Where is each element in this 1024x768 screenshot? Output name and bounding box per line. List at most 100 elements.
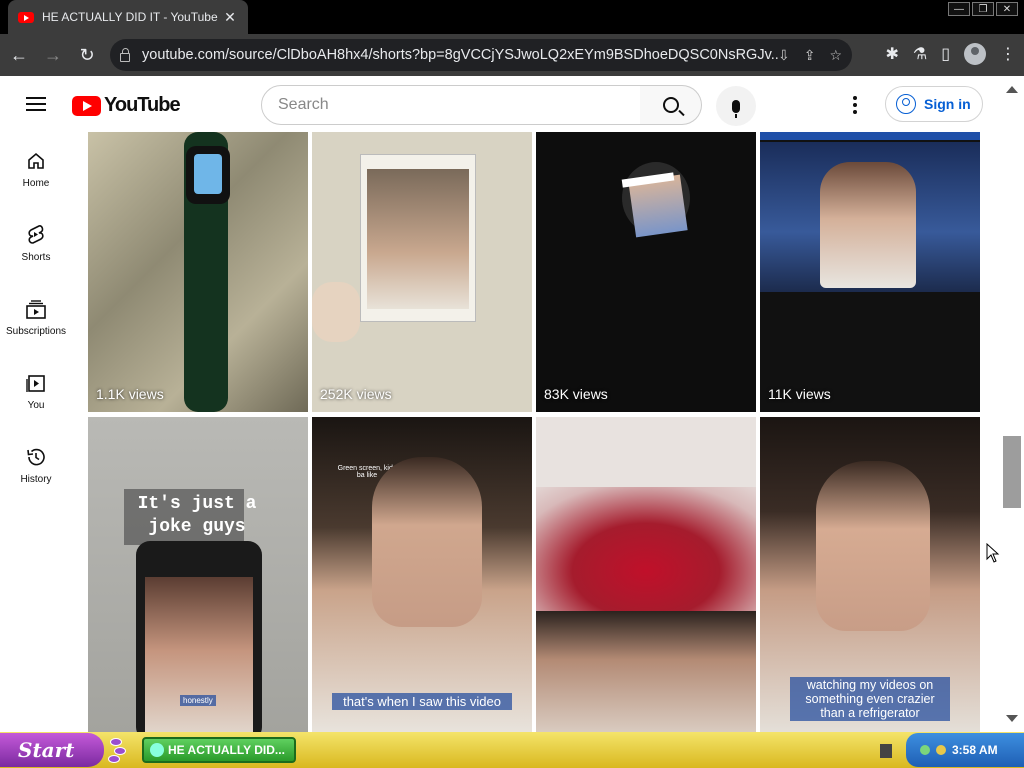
youtube-favicon-icon	[18, 11, 34, 23]
short-card[interactable]: Green screen, kids ba like that's when I…	[312, 417, 532, 732]
window-controls: — ❐ ✕	[942, 0, 1024, 18]
minimize-button[interactable]: —	[948, 2, 970, 16]
taskbar-window-button[interactable]: HE ACTUALLY DID...	[142, 737, 296, 763]
sidebar-item-subscriptions[interactable]: Subscriptions	[0, 280, 72, 354]
clock[interactable]: 3:58 AM	[952, 743, 998, 757]
home-icon	[25, 150, 47, 172]
hand-image	[312, 282, 360, 342]
short-card[interactable]: watching my videos on something even cra…	[760, 417, 980, 732]
start-button[interactable]: Start	[0, 733, 104, 767]
reload-button[interactable]: ↻	[72, 40, 102, 70]
chrome-menu-icon[interactable]: ⋮	[1000, 44, 1016, 64]
forward-button[interactable]: →	[38, 40, 68, 70]
url-text: youtube.com/source/ClDboAH8hx4/shorts?bp…	[142, 47, 778, 63]
browser-toolbar: ← → ↻ youtube.com/source/ClDboAH8hx4/sho…	[0, 34, 1024, 76]
search-input[interactable]: Search	[261, 85, 641, 125]
printer-tray-icon[interactable]	[880, 744, 892, 758]
sidebar-item-label: Subscriptions	[5, 326, 67, 337]
close-window-button[interactable]: ✕	[996, 2, 1018, 16]
lock-icon	[120, 47, 130, 62]
search-tray-icon[interactable]	[936, 745, 946, 755]
tab-title: HE ACTUALLY DID IT - YouTube	[42, 10, 218, 24]
short-card[interactable]	[536, 417, 756, 732]
browser-right-tools: ✱ ⚗ ▯ ⋮	[885, 43, 1016, 65]
scrollbar-thumb[interactable]	[1003, 436, 1021, 508]
subscriptions-icon	[25, 298, 47, 320]
shorts-grid: 1.1K views 252K views 83K views 11K view…	[88, 132, 980, 732]
short-card[interactable]: 252K views	[312, 132, 532, 412]
address-bar[interactable]: youtube.com/source/ClDboAH8hx4/shorts?bp…	[110, 39, 852, 71]
scroll-up-icon[interactable]	[1006, 86, 1018, 93]
phone-image: honestly	[136, 541, 262, 732]
face-image	[372, 457, 482, 627]
person-image	[820, 162, 916, 288]
watch-screen-image	[194, 154, 222, 194]
video-caption: that's when I saw this video	[332, 693, 512, 710]
short-card[interactable]: 11K views	[760, 132, 980, 412]
labs-icon[interactable]: ⚗	[913, 44, 927, 64]
face-image	[816, 461, 930, 631]
voice-search-button[interactable]	[716, 86, 756, 126]
overlay-text-line: joke guys	[148, 517, 246, 537]
sign-in-button[interactable]: Sign in	[885, 86, 983, 122]
printed-paper-image	[360, 154, 476, 322]
extensions-icon[interactable]: ✱	[885, 44, 898, 64]
back-button[interactable]: ←	[4, 40, 34, 70]
side-panel-icon[interactable]: ▯	[941, 44, 950, 64]
mouse-cursor-icon	[986, 543, 1000, 563]
menu-icon[interactable]	[26, 97, 46, 111]
youtube-play-logo-icon	[72, 95, 101, 116]
sidebar-item-you[interactable]: You	[0, 354, 72, 428]
overlay-text-line: It's just a	[137, 494, 257, 514]
youtube-logo[interactable]: YouTube	[72, 94, 181, 117]
microphone-icon	[732, 99, 740, 118]
profile-avatar-icon[interactable]	[964, 43, 986, 65]
sign-in-label: Sign in	[924, 96, 971, 112]
browser-app-icon	[150, 743, 164, 757]
red-blur-image	[536, 487, 756, 627]
search-icon	[662, 97, 679, 113]
view-count: 83K views	[544, 386, 608, 402]
view-count: 252K views	[320, 386, 392, 402]
youtube-header: YouTube Search Sign in	[0, 76, 1000, 132]
view-count: 11K views	[768, 386, 831, 402]
short-card[interactable]: 83K views	[536, 132, 756, 412]
sidebar-item-shorts[interactable]: Shorts	[0, 206, 72, 280]
shorts-icon	[25, 224, 47, 246]
os-taskbar: Start HE ACTUALLY DID... 3:58 AM	[0, 732, 1024, 768]
you-icon	[25, 372, 47, 394]
search-button[interactable]	[640, 85, 702, 125]
youtube-wordmark: YouTube	[104, 94, 181, 116]
tab-close-button[interactable]: ✕	[222, 9, 238, 26]
browser-tab[interactable]: HE ACTUALLY DID IT - YouTube ✕	[8, 0, 248, 34]
overlay-text: It's just a joke guys	[124, 493, 270, 539]
start-decoration-icon	[106, 736, 128, 764]
account-icon	[896, 94, 916, 114]
video-caption: watching my videos on something even cra…	[790, 677, 950, 721]
sidebar-item-home[interactable]: Home	[0, 132, 72, 206]
taskbar-window-label: HE ACTUALLY DID...	[168, 743, 285, 757]
system-tray: 3:58 AM	[906, 733, 1024, 767]
sidebar-item-label: Home	[22, 178, 50, 189]
history-icon	[25, 446, 47, 468]
sidebar-item-label: Shorts	[21, 252, 51, 263]
sidebar-item-label: History	[20, 474, 52, 485]
view-count: 1.1K views	[96, 386, 164, 402]
settings-kebab-icon[interactable]	[853, 96, 859, 117]
short-card[interactable]: It's just a joke guys honestly	[88, 417, 308, 732]
omnibox-actions: ⇩ ⇪ ☆	[778, 47, 842, 64]
face-image	[536, 611, 756, 732]
phone-caption: honestly	[180, 695, 216, 706]
install-icon[interactable]: ⇩	[778, 47, 790, 64]
bookmark-star-icon[interactable]: ☆	[829, 47, 842, 64]
browser-tab-bar: HE ACTUALLY DID IT - YouTube ✕ — ❐ ✕	[0, 0, 1024, 34]
share-icon[interactable]: ⇪	[804, 47, 816, 64]
sidebar-item-history[interactable]: History	[0, 428, 72, 502]
screen-edge	[760, 132, 980, 140]
page-scrollbar[interactable]	[1000, 76, 1024, 732]
scroll-down-icon[interactable]	[1006, 715, 1018, 722]
network-tray-icon[interactable]	[920, 745, 930, 755]
mini-guide-sidebar: Home Shorts Subscriptions You History	[0, 132, 72, 732]
short-card[interactable]: 1.1K views	[88, 132, 308, 412]
restore-button[interactable]: ❐	[972, 2, 994, 16]
